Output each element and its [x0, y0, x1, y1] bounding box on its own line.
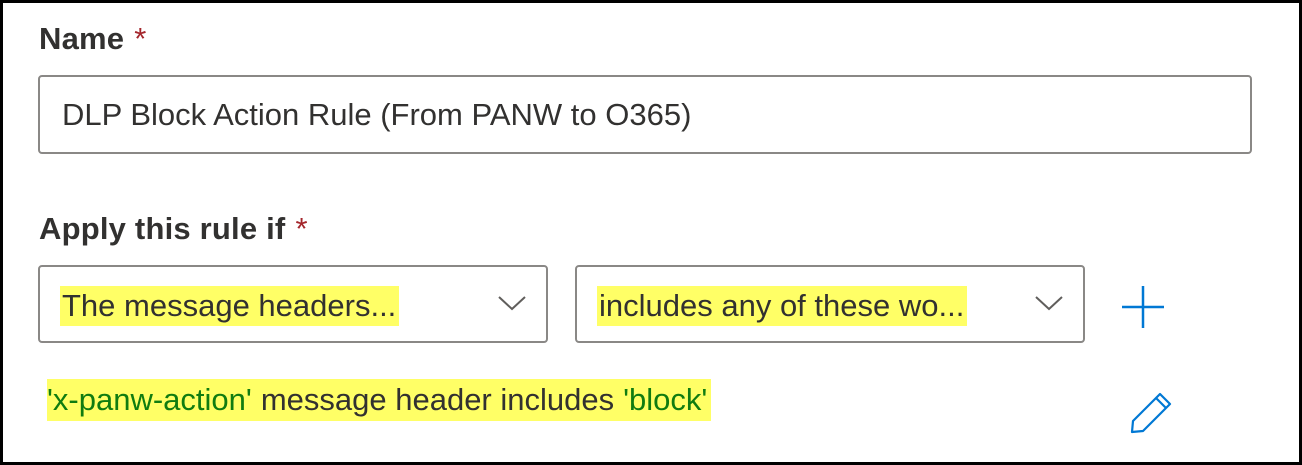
operator-dropdown[interactable]: includes any of these wo... [575, 265, 1085, 343]
rule-editor-panel: Name * Apply this rule if * The message he… [0, 0, 1302, 465]
name-label: Name * [39, 21, 147, 57]
name-label-text: Name [39, 21, 125, 56]
condition-dropdown-value: The message headers... [60, 286, 400, 326]
operator-dropdown-value: includes any of these wo... [597, 286, 968, 326]
apply-rule-label: Apply this rule if * [39, 211, 308, 247]
condition-summary-text: message header includes [260, 382, 615, 417]
chevron-down-icon [1035, 296, 1063, 311]
condition-dropdown[interactable]: The message headers... [38, 265, 548, 343]
plus-icon[interactable] [1119, 283, 1167, 331]
condition-summary: 'x-panw-action' message header includes'b… [47, 379, 712, 421]
apply-rule-label-text: Apply this rule if [39, 211, 286, 246]
name-required-marker: * [134, 21, 147, 56]
pencil-icon[interactable] [1129, 389, 1175, 435]
apply-rule-required-marker: * [295, 211, 308, 246]
header-name-link[interactable]: 'x-panw-action' [47, 382, 252, 417]
chevron-down-icon [498, 296, 526, 311]
rule-name-input[interactable] [38, 75, 1252, 154]
match-value-link[interactable]: 'block' [623, 382, 707, 417]
